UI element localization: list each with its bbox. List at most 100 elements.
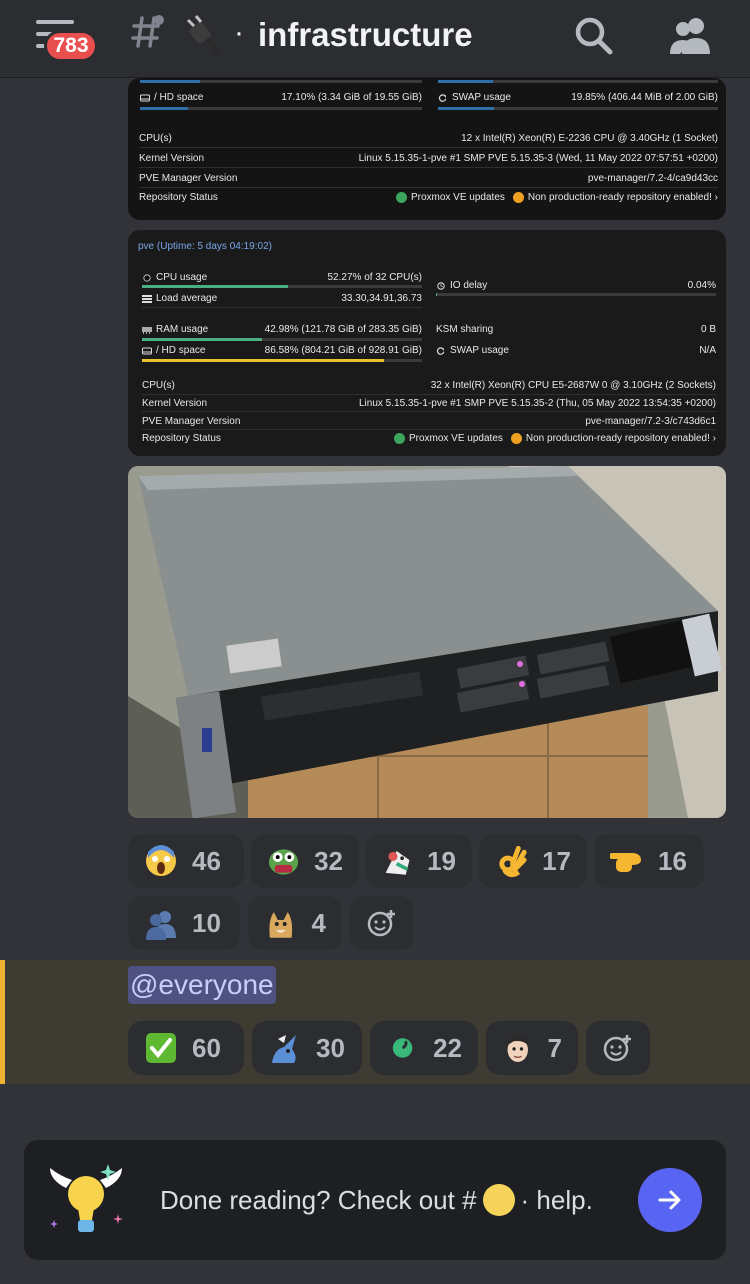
- winged-lightbulb-icon: [50, 1164, 123, 1232]
- help-channel-link[interactable]: · help.: [521, 1185, 593, 1216]
- reaction-pepe-frog[interactable]: 32: [251, 834, 359, 888]
- ok-check-icon: [393, 433, 405, 444]
- channel-separator: ·: [234, 16, 244, 49]
- swap-usage-label: SWAP usage: [436, 345, 509, 356]
- list-icon: [142, 294, 152, 303]
- go-to-channel-button[interactable]: [638, 1168, 702, 1232]
- ok-check-icon: [395, 192, 407, 203]
- reaction-count: 60: [192, 1032, 221, 1063]
- face-avatar-icon: [507, 1034, 528, 1062]
- search-icon[interactable]: [572, 14, 616, 58]
- ram-usage-value: 42.98% (121.78 GiB of 283.35 GiB): [264, 324, 422, 335]
- reaction-pointing-hand[interactable]: 16: [594, 834, 704, 888]
- check-mark-button-icon: [146, 1033, 176, 1063]
- reaction-ok-hand[interactable]: 17: [479, 834, 587, 888]
- ok-hand-icon: [499, 845, 527, 878]
- reaction-count: 19: [427, 845, 456, 876]
- full-moon-face-icon: [482, 1184, 515, 1216]
- unread-badge: 783: [44, 30, 98, 62]
- load-average-value: 33.30,34.91,36.73: [341, 293, 422, 304]
- refresh-icon: [436, 346, 445, 355]
- bird-drawing-icon: [272, 1035, 296, 1063]
- swap-usage-bar: [438, 107, 718, 110]
- add-reaction-button[interactable]: [350, 896, 414, 950]
- reaction-count: 10: [192, 907, 221, 938]
- cpu-usage-bar: [142, 285, 422, 288]
- reaction-count: 32: [314, 845, 343, 876]
- warning-icon: [510, 433, 522, 444]
- proxmox-status-card-2: pve (Uptime: 5 days 04:19:02) CPU usage …: [128, 230, 726, 456]
- pepe-frog-icon: [268, 849, 299, 875]
- screaming-face-icon: [146, 845, 176, 876]
- ksm-sharing-row: KSM sharing 0 B: [436, 324, 716, 335]
- repository-status-value[interactable]: Proxmox VE updates Non production-ready r…: [393, 433, 716, 444]
- info-row-cpus: CPU(s) 32 x Intel(R) Xeon(R) CPU E5-2687W…: [142, 380, 716, 391]
- cpu-usage-label: CPU usage: [142, 272, 207, 283]
- reaction-count: 7: [547, 1032, 562, 1063]
- hd-space-bar: [142, 359, 422, 362]
- info-row-kernel: Kernel Version Linux 5.15.35-1-pve #1 SMP…: [139, 153, 718, 164]
- green-spiral-icon: [392, 1038, 413, 1058]
- hard-disk-icon: [142, 347, 152, 354]
- info-row-kernel: Kernel Version Linux 5.15.35-1-pve #1 SMP…: [142, 398, 716, 409]
- hd-space-label: / HD space: [142, 345, 205, 356]
- reaction-count: 17: [542, 845, 571, 876]
- node-title[interactable]: pve (Uptime: 5 days 04:19:02): [138, 241, 272, 252]
- done-reading-banner: Done reading? Check out # · help.: [24, 1140, 726, 1260]
- cpu-usage-value: 52.27% of 32 CPU(s): [327, 272, 423, 283]
- banner-message: Done reading? Check out # · help.: [160, 1184, 593, 1216]
- pointing-right-hand-icon: [610, 853, 642, 872]
- hd-space-value: 86.58% (804.21 GiB of 928.91 GiB): [264, 345, 422, 356]
- ram-usage-bar: [142, 338, 422, 341]
- arrow-right-icon: [658, 1190, 681, 1210]
- swap-usage-value: 19.85% (406.44 MiB of 2.00 GiB): [571, 92, 718, 103]
- proxmox-status-card-1: / HD space 17.10% (3.34 GiB of 19.55 GiB…: [128, 78, 726, 220]
- doge-icon: [269, 912, 293, 938]
- channel-header: 783 · infrastructure: [0, 0, 750, 78]
- add-reaction-button[interactable]: [586, 1021, 650, 1075]
- info-row-repository: Repository Status Proxmox VE updates Non …: [142, 433, 716, 445]
- swap-usage-label: SWAP usage: [438, 92, 511, 103]
- clock-icon: [437, 281, 445, 290]
- everyone-mention[interactable]: @everyone: [128, 966, 276, 1004]
- add-emoji-icon: [367, 910, 395, 937]
- reaction-check-mark[interactable]: 60: [128, 1021, 244, 1075]
- reaction-count: 22: [433, 1032, 462, 1063]
- reaction-cartoon-character[interactable]: 19: [366, 834, 472, 888]
- add-emoji-icon: [603, 1035, 631, 1062]
- reaction-bird-drawing[interactable]: 30: [252, 1021, 362, 1075]
- io-delay-value: 0.04%: [687, 280, 716, 291]
- info-row-cpus: CPU(s) 12 x Intel(R) Xeon(R) E-2236 CPU @…: [139, 133, 718, 144]
- info-row-repository: Repository Status Proxmox VE updates Non …: [139, 192, 718, 204]
- refresh-icon: [438, 93, 447, 102]
- swap-usage-value: N/A: [699, 345, 716, 356]
- ram-usage-label: RAM usage: [142, 324, 208, 335]
- load-average-label: Load average: [142, 293, 217, 304]
- members-icon[interactable]: [666, 14, 714, 58]
- cartoon-character-icon: [385, 850, 410, 875]
- memory-icon: [142, 326, 152, 334]
- reaction-count: 4: [311, 907, 326, 938]
- hd-space-label: / HD space: [140, 92, 203, 103]
- electric-plug-icon: [186, 15, 220, 56]
- busts-in-silhouette-icon: [146, 911, 176, 940]
- reaction-doge[interactable]: 4: [248, 896, 342, 950]
- hd-space-bar: [140, 107, 422, 110]
- channel-hash-icon: [131, 15, 164, 48]
- warning-icon: [512, 192, 524, 203]
- info-row-pve-manager: PVE Manager Version pve-manager/7.2-3/c74…: [142, 416, 716, 427]
- reaction-busts-silhouette[interactable]: 10: [128, 896, 240, 950]
- repository-status-value[interactable]: Proxmox VE updates Non production-ready r…: [395, 192, 718, 203]
- reaction-count: 30: [316, 1032, 345, 1063]
- reaction-green-spiral[interactable]: 22: [370, 1021, 478, 1075]
- server-photo[interactable]: [128, 466, 726, 818]
- reaction-screaming-face[interactable]: 46: [128, 834, 244, 888]
- channel-name[interactable]: infrastructure: [258, 16, 473, 54]
- reaction-count: 46: [192, 845, 221, 876]
- reaction-face-avatar[interactable]: 7: [486, 1021, 578, 1075]
- io-delay-bar: [436, 293, 716, 296]
- hd-space-value: 17.10% (3.34 GiB of 19.55 GiB): [281, 92, 422, 103]
- info-row-pve-manager: PVE Manager Version pve-manager/7.2-4/ca9…: [139, 173, 718, 184]
- reaction-count: 16: [658, 845, 687, 876]
- cpu-icon: [143, 273, 151, 282]
